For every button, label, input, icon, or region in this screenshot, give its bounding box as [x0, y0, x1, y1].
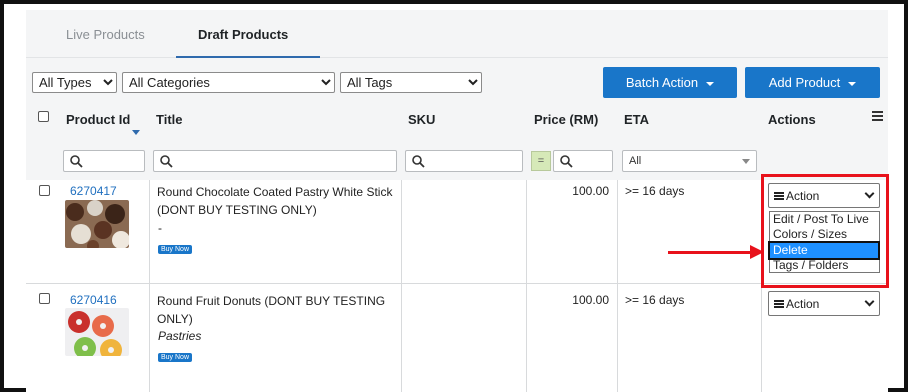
product-thumbnail[interactable] — [65, 308, 129, 356]
action-select[interactable]: Action — [768, 291, 880, 316]
product-category: Pastries — [158, 329, 202, 343]
product-id-link[interactable]: 6270416 — [70, 293, 117, 307]
product-category: - — [158, 221, 162, 235]
buy-now-badge[interactable]: Buy Now — [158, 353, 193, 362]
column-header-sku[interactable]: SKU — [408, 112, 435, 127]
price-operator-button[interactable]: = — [531, 151, 551, 171]
screenshot-frame: Live Products Draft Products All Types A… — [0, 0, 908, 392]
row-checkbox[interactable] — [39, 293, 50, 304]
highlight-box — [761, 174, 889, 288]
eta-filter-value: All — [629, 155, 642, 167]
add-product-button[interactable]: Add Product — [745, 67, 880, 98]
arrow-right-icon — [750, 245, 764, 259]
price-search-input[interactable] — [553, 150, 613, 172]
column-header-title[interactable]: Title — [156, 112, 183, 127]
product-price: 100.00 — [572, 293, 609, 307]
products-table-body — [26, 180, 888, 392]
chevron-down-icon — [742, 159, 750, 164]
hamburger-icon — [774, 300, 784, 309]
action-select-label: Action — [786, 297, 820, 311]
title-search-input[interactable] — [153, 150, 397, 172]
product-thumbnail[interactable] — [65, 200, 129, 248]
search-icon — [412, 155, 425, 168]
sort-desc-icon[interactable] — [132, 130, 140, 135]
product-title-line: ONLY) — [157, 312, 193, 326]
row-checkbox[interactable] — [39, 185, 50, 196]
tab-draft-products[interactable]: Draft Products — [198, 27, 288, 42]
caret-down-icon — [706, 81, 715, 86]
product-eta: >= 16 days — [625, 184, 685, 198]
buy-now-badge[interactable]: Buy Now — [158, 245, 193, 254]
draft-products-page: Live Products Draft Products All Types A… — [26, 10, 889, 392]
search-icon — [160, 155, 173, 168]
tags-filter[interactable]: All Tags — [340, 72, 482, 93]
batch-action-button[interactable]: Batch Action — [603, 67, 737, 98]
product-eta: >= 16 days — [625, 293, 685, 307]
search-icon — [70, 155, 83, 168]
add-product-label: Add Product — [768, 75, 841, 90]
product-title: Round Fruit Donuts (DONT BUY TESTING ONL… — [157, 292, 385, 328]
product-price: 100.00 — [572, 184, 609, 198]
batch-action-label: Batch Action — [625, 75, 699, 90]
eta-filter-select[interactable]: All — [622, 150, 757, 172]
column-header-product-id[interactable]: Product Id — [66, 112, 130, 127]
select-all-checkbox[interactable] — [38, 111, 49, 122]
product-id-link[interactable]: 6270417 — [70, 184, 117, 198]
product-title-line: (DONT BUY TESTING ONLY) — [157, 203, 317, 217]
tab-live-products[interactable]: Live Products — [66, 27, 145, 42]
column-header-price[interactable]: Price (RM) — [534, 112, 598, 127]
annotation-arrow-line — [668, 251, 752, 254]
column-header-eta[interactable]: ETA — [624, 112, 649, 127]
product-id-search-input[interactable] — [63, 150, 145, 172]
chevron-down-icon — [864, 296, 875, 307]
caret-down-icon — [848, 81, 857, 86]
search-icon — [560, 155, 573, 168]
types-filter[interactable]: All Types — [32, 72, 117, 93]
sku-search-input[interactable] — [405, 150, 523, 172]
product-title: Round Chocolate Coated Pastry White Stic… — [157, 183, 392, 219]
column-header-actions: Actions — [768, 112, 816, 127]
active-tab-indicator — [176, 56, 320, 58]
product-tabs: Live Products Draft Products — [26, 10, 888, 58]
column-menu-icon[interactable] — [872, 111, 883, 123]
product-title-line: Round Fruit Donuts (DONT BUY TESTING — [157, 294, 386, 308]
categories-filter[interactable]: All Categories — [122, 72, 335, 93]
product-title-line: Round Chocolate Coated Pastry White Stic… — [157, 185, 393, 199]
